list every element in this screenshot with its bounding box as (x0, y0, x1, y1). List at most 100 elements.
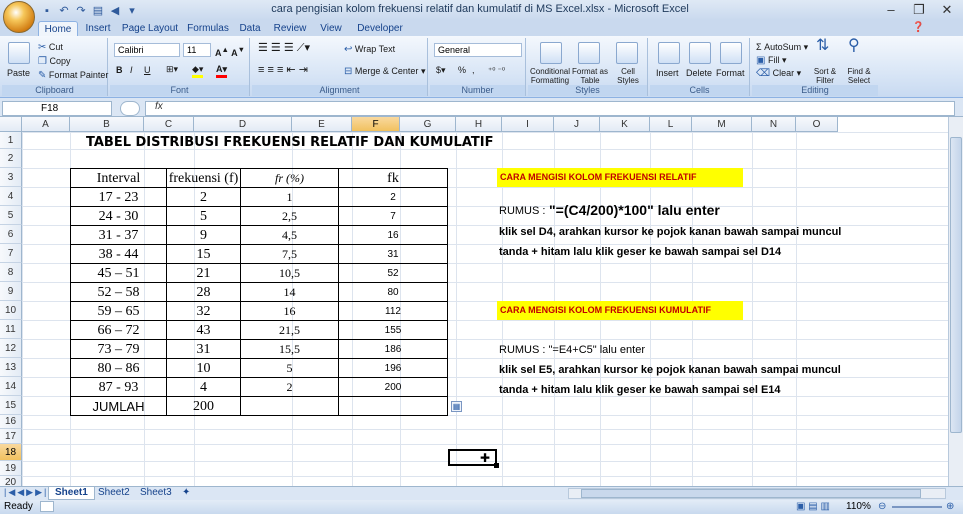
column-header[interactable]: B (70, 117, 144, 132)
insert-button[interactable]: Insert (656, 68, 679, 79)
wrap-text-button[interactable]: ↩ Wrap Text (344, 44, 395, 55)
column-header[interactable]: N (752, 117, 796, 132)
sort-filter-button[interactable]: Sort & Filter (810, 67, 840, 85)
table-cell[interactable]: 73 – 79 (71, 340, 167, 359)
zoom-slider[interactable] (892, 506, 942, 508)
row-header[interactable]: 18 (0, 444, 22, 461)
row-header[interactable]: 6 (0, 225, 22, 244)
horizontal-scrollbar[interactable] (568, 488, 946, 499)
table-cell[interactable]: 87 - 93 (71, 378, 167, 397)
table-cell[interactable]: 15 (167, 245, 241, 264)
row-header[interactable]: 10 (0, 301, 22, 320)
table-cell[interactable]: 52 – 58 (71, 283, 167, 302)
italic-button[interactable]: I (130, 65, 133, 76)
tab-data[interactable]: Data (236, 21, 264, 36)
column-header[interactable]: M (692, 117, 752, 132)
sheet-tab-3[interactable]: Sheet3 (134, 487, 178, 500)
row-header[interactable]: 19 (0, 461, 22, 476)
row-header[interactable]: 3 (0, 168, 22, 187)
table-cell[interactable]: 31 (339, 245, 447, 264)
table-total-cell[interactable] (241, 397, 339, 416)
sheet-nav-icon[interactable]: |◀◀▶▶| (4, 487, 48, 498)
table-cell[interactable]: 59 – 65 (71, 302, 167, 321)
table-cell[interactable]: 112 (339, 302, 447, 321)
copy-button[interactable]: ❐ Copy (38, 56, 71, 67)
insert-sheet-icon[interactable]: ✦ (176, 487, 196, 500)
row-header[interactable]: 9 (0, 282, 22, 301)
view-buttons-icon[interactable]: ▣ ▤ ▥ (796, 500, 830, 514)
office-button[interactable] (3, 1, 35, 33)
column-header[interactable]: I (502, 117, 554, 132)
grow-font-icon[interactable]: A▲ A▼ (215, 44, 245, 59)
table-cell[interactable]: 31 (167, 340, 241, 359)
conditional-formatting-button[interactable]: Conditional Formatting (530, 67, 570, 85)
format-table-button[interactable]: Format as Table (572, 67, 608, 85)
row-header[interactable]: 17 (0, 429, 22, 444)
table-header[interactable]: frekuensi (f) (167, 169, 241, 188)
select-all-corner[interactable] (0, 117, 22, 132)
column-header[interactable]: E (292, 117, 352, 132)
row-header[interactable]: 14 (0, 377, 22, 396)
tab-developer[interactable]: Developer (352, 21, 408, 36)
row-header[interactable]: 20 (0, 476, 22, 486)
sheet-tab-1[interactable]: Sheet1 (48, 487, 95, 500)
row-header[interactable]: 2 (0, 149, 22, 168)
autofill-options-icon[interactable]: ▦ (451, 401, 462, 412)
table-cell[interactable]: 10,5 (241, 264, 339, 283)
table-header[interactable]: fk (339, 169, 447, 188)
tab-view[interactable]: View (316, 21, 346, 36)
tab-home[interactable]: Home (38, 21, 78, 36)
formula-input[interactable] (145, 101, 955, 116)
delete-button[interactable]: Delete (686, 68, 712, 79)
table-cell[interactable]: 4,5 (241, 226, 339, 245)
table-total-cell[interactable] (339, 397, 447, 416)
table-cell[interactable]: 80 (339, 283, 447, 302)
paste-button[interactable]: Paste (7, 68, 30, 79)
merge-center-button[interactable]: ⊟ Merge & Center ▾ (344, 66, 425, 77)
table-cell[interactable]: 2 (339, 188, 447, 207)
clear-button[interactable]: ⌫ Clear ▾ (756, 68, 801, 79)
table-cell[interactable]: 16 (241, 302, 339, 321)
undo-icon[interactable]: ↶ (57, 4, 71, 18)
table-cell[interactable]: 4 (167, 378, 241, 397)
table-cell[interactable]: 21 (167, 264, 241, 283)
fill-color-icon[interactable]: ◆▾ (192, 64, 204, 78)
row-header[interactable]: 5 (0, 206, 22, 225)
row-header[interactable]: 11 (0, 320, 22, 339)
column-header[interactable]: C (144, 117, 194, 132)
column-header[interactable]: F (352, 117, 400, 132)
fill-handle[interactable] (494, 463, 499, 468)
column-header[interactable]: H (456, 117, 502, 132)
table-total-cell[interactable]: 200 (167, 397, 241, 416)
bold-button[interactable]: B (116, 65, 123, 76)
table-cell[interactable]: 155 (339, 321, 447, 340)
accounting-icon[interactable]: $▾ (436, 65, 446, 76)
table-cell[interactable]: 31 - 37 (71, 226, 167, 245)
table-cell[interactable]: 80 – 86 (71, 359, 167, 378)
print-preview-icon[interactable]: ▤ (91, 4, 105, 18)
scroll-thumb[interactable] (950, 137, 962, 433)
borders-icon[interactable]: ⊞▾ (166, 64, 178, 75)
table-cell[interactable]: 2 (241, 378, 339, 397)
table-cell[interactable]: 7,5 (241, 245, 339, 264)
column-header[interactable]: G (400, 117, 456, 132)
number-format-select[interactable]: General (434, 43, 522, 57)
row-header[interactable]: 12 (0, 339, 22, 358)
comma-button[interactable]: , (472, 65, 475, 76)
sound-icon[interactable]: ◀ (108, 4, 122, 18)
column-header[interactable]: A (22, 117, 70, 132)
table-header[interactable]: Interval (71, 169, 167, 188)
macro-record-icon[interactable] (40, 501, 54, 512)
underline-button[interactable]: U (144, 65, 151, 76)
help-icon[interactable]: ❓ (912, 22, 924, 33)
table-cell[interactable]: 43 (167, 321, 241, 340)
table-cell[interactable]: 1 (241, 188, 339, 207)
formula-expand-icon[interactable] (120, 101, 140, 116)
cell-styles-button[interactable]: Cell Styles (612, 67, 644, 85)
find-select-button[interactable]: Find & Select (842, 67, 876, 85)
table-cell[interactable]: 45 – 51 (71, 264, 167, 283)
table-cell[interactable]: 200 (339, 378, 447, 397)
row-header[interactable]: 13 (0, 358, 22, 377)
percent-button[interactable]: % (458, 65, 466, 76)
autosum-button[interactable]: Σ AutoSum ▾ (756, 42, 808, 53)
